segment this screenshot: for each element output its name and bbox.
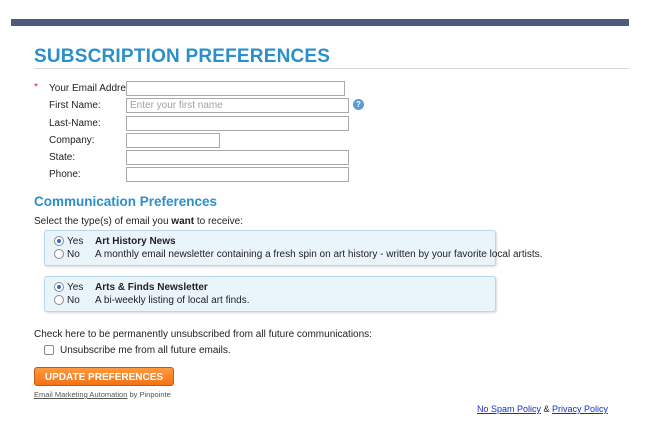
powered-by: Email Marketing Automation by Pinpointe	[34, 390, 171, 399]
help-icon[interactable]: ?	[353, 99, 364, 110]
first-name-row: First Name: ?	[34, 98, 374, 114]
yes-label: Yes	[67, 236, 84, 247]
top-bar	[11, 19, 629, 26]
preference-box-art-history: Yes No Art History News A monthly email …	[44, 230, 542, 266]
preference-box-arts-finds: Yes No Arts & Finds Newsletter A bi-week…	[44, 276, 496, 312]
required-marker: *	[34, 82, 38, 93]
select-instructions: Select the type(s) of email you want to …	[34, 216, 243, 227]
unsubscribe-label[interactable]: Unsubscribe me from all future emails.	[60, 345, 231, 356]
email-field[interactable]	[126, 81, 345, 96]
state-field[interactable]	[126, 150, 349, 165]
unsubscribe-checkbox[interactable]	[44, 345, 54, 355]
radio-no[interactable]	[54, 295, 64, 305]
powered-by-suffix: by Pinpointe	[127, 390, 171, 399]
preference-description: A bi-weekly listing of local art finds.	[95, 295, 250, 306]
intro-text-end: to receive:	[194, 216, 243, 227]
preference-description: A monthly email newsletter containing a …	[95, 249, 543, 260]
preference-name: Art History News	[95, 236, 176, 247]
company-field[interactable]	[126, 133, 220, 148]
no-label: No	[67, 249, 80, 260]
no-spam-policy-link[interactable]: No Spam Policy	[477, 404, 541, 414]
phone-field[interactable]	[126, 167, 349, 182]
page-title: SUBSCRIPTION PREFERENCES	[34, 46, 331, 67]
intro-text: Select the type(s) of email you	[34, 216, 172, 227]
unsubscribe-text: Check here to be permanently unsubscribe…	[34, 329, 372, 340]
section-title: Communication Preferences	[34, 194, 218, 209]
state-row: State:	[34, 150, 354, 166]
first-name-field[interactable]	[126, 98, 349, 113]
phone-label: Phone:	[49, 169, 81, 180]
yes-label: Yes	[67, 282, 84, 293]
preference-name: Arts & Finds Newsletter	[95, 282, 208, 293]
last-name-label: Last-Name:	[49, 118, 101, 129]
radio-yes[interactable]	[54, 236, 64, 246]
last-name-field[interactable]	[126, 116, 349, 131]
update-preferences-button[interactable]: UPDATE PREFERENCES	[34, 367, 174, 386]
state-label: State:	[49, 152, 76, 163]
last-name-row: Last-Name:	[34, 116, 354, 132]
no-label: No	[67, 295, 80, 306]
company-row: Company:	[34, 133, 354, 149]
first-name-label: First Name:	[49, 100, 101, 111]
email-marketing-link[interactable]: Email Marketing Automation	[34, 390, 127, 399]
radio-no[interactable]	[54, 249, 64, 259]
company-label: Company:	[49, 135, 95, 146]
privacy-policy-link[interactable]: Privacy Policy	[552, 404, 608, 414]
title-divider	[34, 68, 629, 69]
phone-row: Phone:	[34, 167, 354, 183]
radio-yes[interactable]	[54, 282, 64, 292]
footer-links: No Spam Policy & Privacy Policy	[477, 404, 608, 414]
intro-emphasis: want	[171, 216, 195, 227]
footer-separator: &	[540, 404, 552, 414]
email-row: * Your Email Address:	[34, 81, 354, 97]
